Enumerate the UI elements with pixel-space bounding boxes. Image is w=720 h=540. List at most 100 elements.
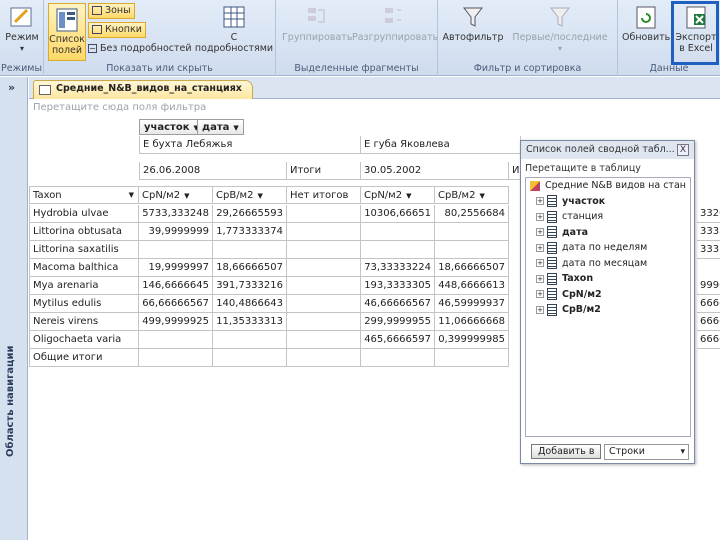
group-label-filter-sort: Фильтр и сортировка	[473, 63, 582, 74]
field-item[interactable]: + дата по месяцам	[526, 256, 690, 272]
field-icon	[547, 288, 557, 300]
row-label[interactable]: Littorina obtusata	[29, 223, 139, 241]
expand-icon[interactable]: +	[536, 228, 544, 236]
date-header-1[interactable]: 26.06.2008	[139, 162, 287, 180]
expand-icon[interactable]: +	[536, 212, 544, 221]
pivot-field-list-panel[interactable]: Список полей сводной табл... X Перетащит…	[520, 140, 695, 464]
grand-total-cell	[361, 349, 435, 367]
row-label[interactable]: Oligochaeta varia	[29, 331, 139, 349]
row-label[interactable]: Littorina saxatilis	[29, 241, 139, 259]
refresh-button[interactable]: Обновить	[622, 4, 670, 43]
buttons-toggle[interactable]: Кнопки	[88, 22, 146, 38]
value-cell: 465,6666597	[361, 331, 435, 349]
top-bottom-button[interactable]: Первые/последние ▾	[504, 4, 616, 54]
value-cell	[287, 223, 361, 241]
ungroup-icon	[385, 8, 401, 23]
no-details-button[interactable]: − Без подробностей	[88, 43, 192, 54]
value-cell: 39,9999999	[139, 223, 213, 241]
value-cell-partial: 6666	[697, 295, 720, 313]
value-cell: 391,7333216	[213, 277, 287, 295]
value-cell-partial: 6666	[697, 313, 720, 331]
value-cell: 140,4866643	[213, 295, 287, 313]
field-list-hint: Перетащите в таблицу	[525, 163, 641, 174]
with-details-button[interactable]: Сподробностями	[194, 4, 274, 54]
field-list-button[interactable]: Список полей	[48, 3, 86, 61]
no-totals-cell: Нет итогов	[287, 186, 361, 204]
ribbon: Режим ▾ Режимы Список полей Зоны Кнопки − …	[0, 0, 720, 76]
value-cell: 10306,66651	[361, 205, 435, 223]
expand-icon[interactable]: +	[536, 290, 544, 298]
zones-icon	[92, 6, 102, 15]
refresh-icon	[636, 6, 656, 29]
grand-total-cell	[213, 349, 287, 367]
autofilter-button[interactable]: Автофильтр	[442, 4, 504, 43]
filter-drop-zone[interactable]: Перетащите сюда поля фильтра	[33, 102, 206, 113]
group-modes: Режим ▾ Режимы	[0, 0, 44, 76]
field-item-label: СрN/м2	[562, 288, 602, 300]
expand-icon[interactable]: +	[536, 274, 544, 283]
row-field-taxon[interactable]: Taxon ▼	[29, 186, 139, 204]
column-field-date[interactable]: дата ▼	[197, 119, 244, 135]
measure-header-n2[interactable]: СрN/м2 ▼	[361, 186, 435, 204]
zones-button[interactable]: Зоны	[88, 3, 135, 19]
value-cell	[361, 241, 435, 259]
expand-icon[interactable]: +	[536, 243, 544, 252]
field-item[interactable]: + участок	[526, 194, 690, 210]
measure-header-b2[interactable]: СрB/м2 ▼	[435, 186, 509, 204]
field-item[interactable]: + СрN/м2	[526, 287, 690, 303]
ungroup-button[interactable]: Разгруппировать	[352, 4, 438, 43]
field-tree-root[interactable]: Средние N&B видов на стан	[526, 178, 690, 194]
nav-pane-label: Область навигации	[5, 345, 16, 457]
field-list-icon	[56, 8, 78, 32]
value-cell	[287, 241, 361, 259]
row-label[interactable]: Mya arenaria	[29, 277, 139, 295]
measure-header-b1[interactable]: СрB/м2 ▼	[213, 186, 287, 204]
expand-icon[interactable]: +	[536, 305, 544, 314]
group-button[interactable]: Группировать	[282, 4, 352, 43]
row-label[interactable]: Hydrobia ulvae	[29, 205, 139, 223]
field-item[interactable]: + Taxon	[526, 271, 690, 287]
site-header-1[interactable]: Е бухта Лебяжья	[139, 136, 361, 154]
value-cell: 1,773333374	[213, 223, 287, 241]
row-label[interactable]: Mytilus edulis	[29, 295, 139, 313]
mode-button[interactable]: Режим ▾	[4, 4, 40, 54]
value-cell: 18,66666507	[435, 259, 509, 277]
field-list-title-bar[interactable]: Список полей сводной табл... X	[521, 141, 694, 159]
nav-expand-icon[interactable]: »	[8, 81, 15, 94]
value-cell: 46,66666567	[361, 295, 435, 313]
navigation-pane[interactable]: » Область навигации	[0, 77, 28, 540]
value-cell: 5733,333248	[139, 205, 213, 223]
value-cell	[287, 259, 361, 277]
site-header-2[interactable]: Е губа Яковлева	[361, 136, 521, 154]
close-icon[interactable]: X	[677, 144, 689, 156]
field-item[interactable]: + СрB/м2	[526, 302, 690, 318]
document-tab[interactable]: Средние_N&B_видов_на_станциях	[33, 80, 253, 99]
group-filter-sort: Автофильтр Первые/последние ▾ Фильтр и со…	[438, 0, 618, 76]
field-item-label: дата по месяцам	[562, 257, 648, 269]
row-label[interactable]: Nereis virens	[29, 313, 139, 331]
collapse-icon: −	[88, 44, 97, 53]
area-select[interactable]: Строки	[604, 444, 689, 460]
value-cell: 80,2556684	[435, 205, 509, 223]
field-icon	[547, 272, 557, 285]
value-cell	[361, 223, 435, 241]
value-cell: 46,59999937	[435, 295, 509, 313]
grand-total-label[interactable]: Общие итоги	[29, 349, 139, 367]
expand-icon[interactable]: +	[536, 259, 544, 267]
field-item-label: дата по неделям	[562, 242, 648, 253]
value-cell	[287, 295, 361, 313]
group-selected: Группировать Разгруппировать Выделенные …	[276, 0, 438, 76]
column-field-site[interactable]: участок▼	[139, 119, 204, 135]
highlight-frame	[671, 1, 719, 65]
expand-icon[interactable]: +	[536, 197, 544, 205]
value-cell	[435, 223, 509, 241]
field-item[interactable]: + дата	[526, 225, 690, 241]
group-label-selected: Выделенные фрагменты	[294, 63, 419, 74]
add-to-button[interactable]: Добавить в	[531, 444, 602, 459]
row-label[interactable]: Macoma balthica	[29, 259, 139, 277]
value-cell: 146,6666645	[139, 277, 213, 295]
measure-header-n1[interactable]: СрN/м2 ▼	[139, 186, 213, 204]
field-item[interactable]: + дата по неделям	[526, 240, 690, 256]
date-header-2[interactable]: 30.05.2002	[361, 162, 509, 180]
field-item[interactable]: + станция	[526, 209, 690, 225]
